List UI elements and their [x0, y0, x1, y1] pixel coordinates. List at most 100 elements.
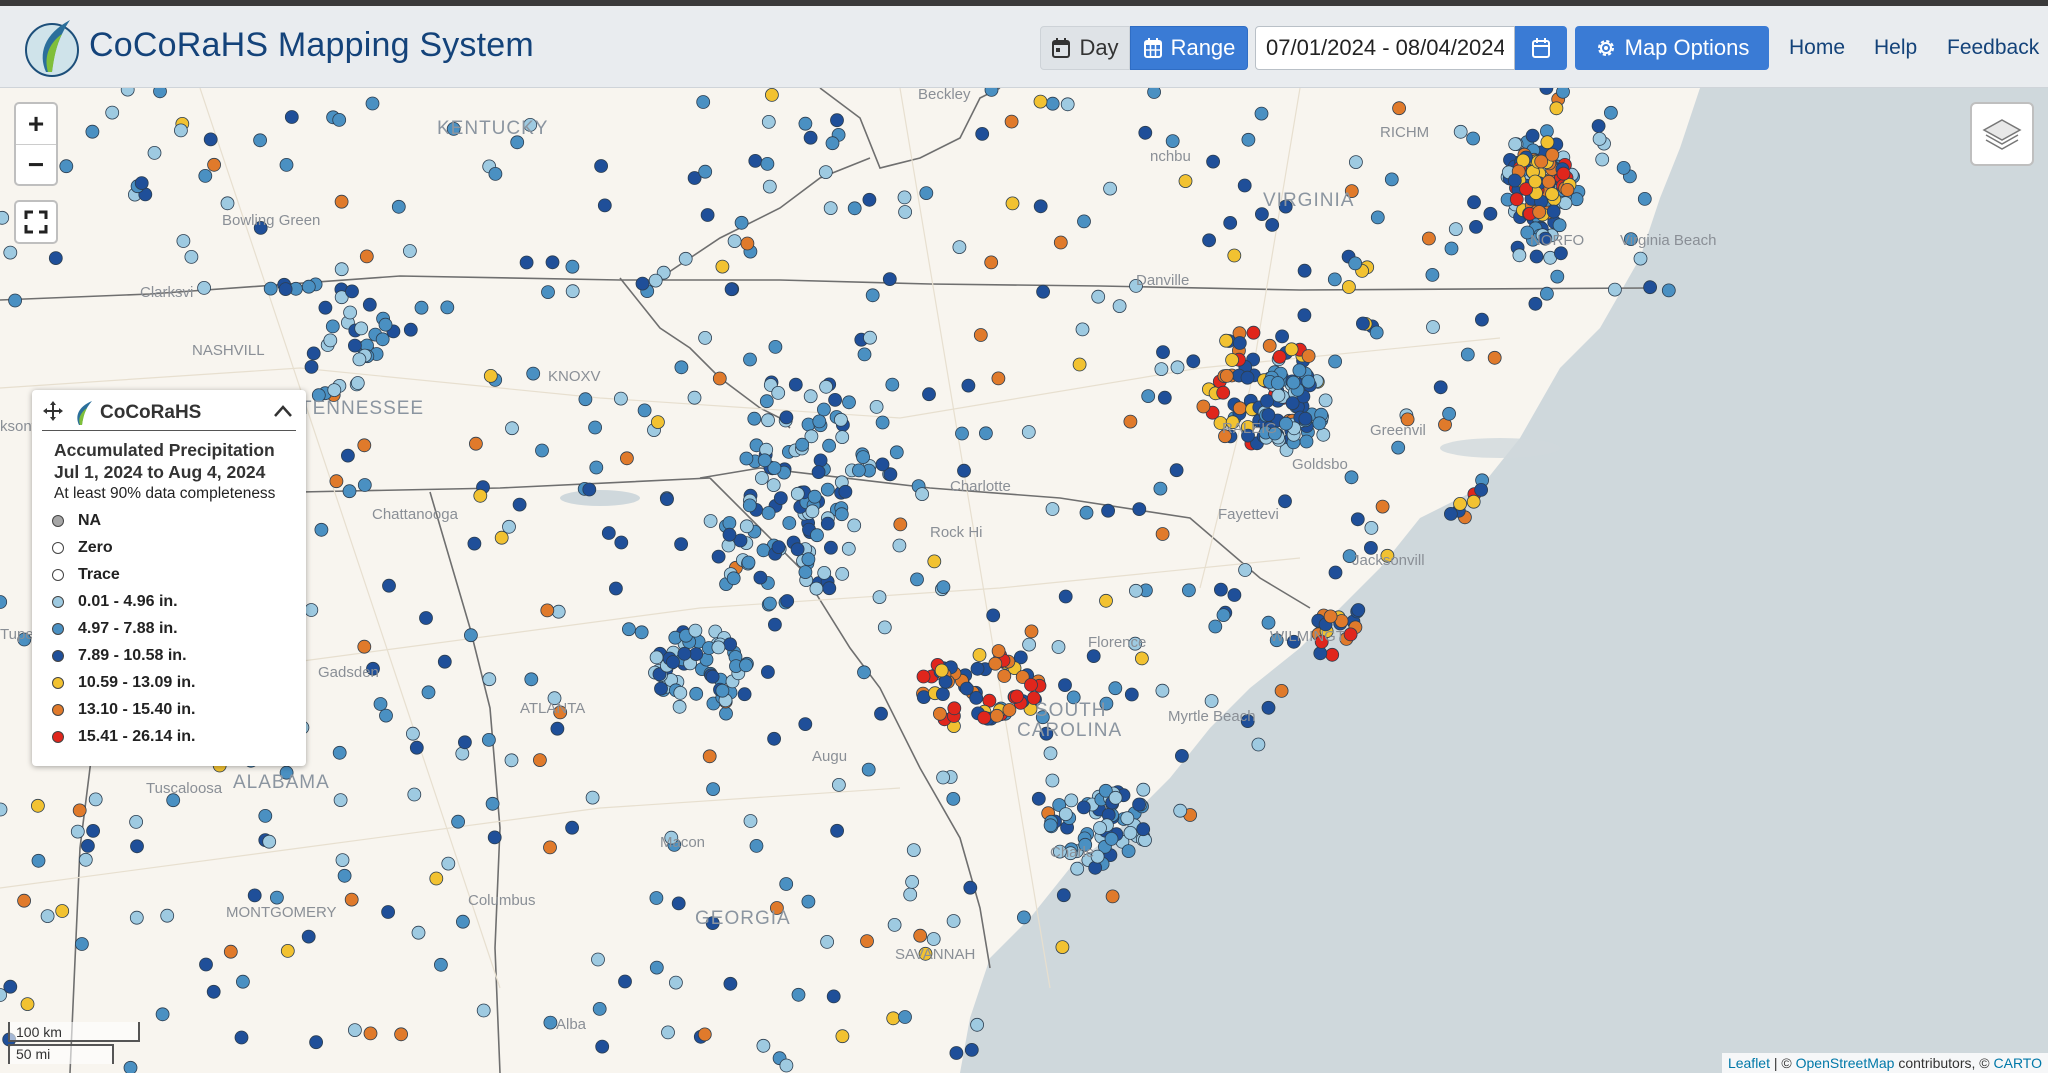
- station-marker[interactable]: [1223, 215, 1238, 230]
- station-marker[interactable]: [130, 839, 144, 854]
- station-marker[interactable]: [913, 928, 928, 943]
- station-marker[interactable]: [934, 663, 949, 678]
- station-marker[interactable]: [812, 414, 827, 429]
- station-marker[interactable]: [335, 853, 350, 867]
- station-marker[interactable]: [820, 516, 835, 531]
- day-button[interactable]: Day: [1040, 26, 1130, 70]
- station-marker[interactable]: [1292, 363, 1307, 378]
- station-marker[interactable]: [674, 360, 689, 375]
- station-marker[interactable]: [160, 908, 175, 923]
- station-marker[interactable]: [1022, 637, 1036, 652]
- station-marker[interactable]: [984, 255, 999, 270]
- station-marker[interactable]: [594, 159, 608, 173]
- station-marker[interactable]: [970, 661, 985, 676]
- station-marker[interactable]: [1265, 217, 1280, 232]
- station-marker[interactable]: [565, 820, 579, 835]
- station-marker[interactable]: [756, 1038, 771, 1053]
- station-marker[interactable]: [885, 377, 900, 392]
- station-marker[interactable]: [247, 888, 262, 903]
- station-marker[interactable]: [120, 88, 135, 97]
- station-marker[interactable]: [455, 914, 470, 929]
- station-marker[interactable]: [494, 530, 509, 545]
- station-marker[interactable]: [822, 438, 836, 453]
- station-marker[interactable]: [359, 249, 374, 264]
- station-marker[interactable]: [203, 132, 218, 147]
- station-marker[interactable]: [1058, 678, 1072, 692]
- station-marker[interactable]: [741, 555, 756, 570]
- station-marker[interactable]: [403, 322, 418, 337]
- station-marker[interactable]: [198, 169, 213, 183]
- station-marker[interactable]: [1604, 105, 1618, 120]
- station-marker[interactable]: [206, 984, 221, 999]
- station-marker[interactable]: [742, 498, 757, 513]
- station-marker[interactable]: [468, 436, 483, 451]
- station-marker[interactable]: [1232, 336, 1247, 350]
- station-marker[interactable]: [1010, 689, 1024, 704]
- station-marker[interactable]: [609, 581, 623, 596]
- station-marker[interactable]: [373, 697, 388, 711]
- station-marker[interactable]: [1301, 374, 1316, 389]
- station-marker[interactable]: [1178, 174, 1193, 188]
- station-marker[interactable]: [798, 565, 813, 580]
- station-marker[interactable]: [614, 535, 629, 550]
- station-marker[interactable]: [304, 603, 319, 617]
- station-marker[interactable]: [342, 484, 357, 499]
- station-marker[interactable]: [419, 611, 433, 625]
- station-marker[interactable]: [365, 96, 380, 111]
- station-marker[interactable]: [857, 665, 871, 680]
- station-marker[interactable]: [841, 541, 856, 556]
- station-marker[interactable]: [635, 276, 650, 291]
- station-marker[interactable]: [1031, 791, 1046, 806]
- station-marker[interactable]: [712, 371, 727, 386]
- station-marker[interactable]: [1108, 790, 1123, 805]
- station-marker[interactable]: [1058, 589, 1073, 604]
- station-marker[interactable]: [457, 735, 472, 750]
- station-marker[interactable]: [597, 198, 612, 213]
- station-marker[interactable]: [830, 823, 844, 838]
- station-marker[interactable]: [1240, 370, 1255, 385]
- station-marker[interactable]: [805, 504, 820, 519]
- station-marker[interactable]: [649, 960, 664, 975]
- station-marker[interactable]: [1448, 222, 1463, 237]
- station-marker[interactable]: [723, 976, 738, 991]
- station-marker[interactable]: [807, 489, 822, 504]
- station-marker[interactable]: [818, 165, 833, 179]
- station-marker[interactable]: [1546, 204, 1561, 219]
- station-marker[interactable]: [487, 830, 502, 845]
- station-marker[interactable]: [696, 95, 711, 109]
- station-marker[interactable]: [1539, 88, 1554, 95]
- station-marker[interactable]: [1442, 406, 1456, 421]
- station-marker[interactable]: [1132, 502, 1147, 517]
- station-marker[interactable]: [0, 802, 8, 817]
- station-marker[interactable]: [702, 749, 717, 764]
- station-marker[interactable]: [301, 279, 316, 294]
- station-marker[interactable]: [86, 824, 100, 838]
- station-marker[interactable]: [1349, 155, 1363, 169]
- station-marker[interactable]: [0, 595, 8, 609]
- station-marker[interactable]: [437, 654, 452, 669]
- station-marker[interactable]: [1460, 347, 1475, 362]
- station-marker[interactable]: [284, 110, 299, 124]
- station-marker[interactable]: [1271, 388, 1286, 403]
- station-marker[interactable]: [698, 330, 712, 345]
- station-marker[interactable]: [1556, 166, 1571, 181]
- station-marker[interactable]: [1105, 889, 1120, 904]
- station-marker[interactable]: [1186, 354, 1201, 369]
- station-marker[interactable]: [1643, 280, 1657, 295]
- station-marker[interactable]: [700, 208, 715, 222]
- station-marker[interactable]: [1312, 416, 1327, 431]
- station-marker[interactable]: [1238, 563, 1252, 577]
- station-marker[interactable]: [678, 251, 693, 266]
- station-marker[interactable]: [1483, 206, 1498, 221]
- station-marker[interactable]: [1088, 860, 1103, 875]
- station-marker[interactable]: [1103, 181, 1117, 196]
- station-marker[interactable]: [737, 687, 752, 702]
- station-marker[interactable]: [350, 376, 365, 390]
- station-marker[interactable]: [761, 115, 776, 129]
- station-marker[interactable]: [689, 686, 704, 701]
- station-marker[interactable]: [1045, 773, 1060, 788]
- station-marker[interactable]: [347, 338, 362, 353]
- station-marker[interactable]: [1219, 368, 1234, 383]
- station-marker[interactable]: [543, 1015, 558, 1030]
- station-marker[interactable]: [749, 839, 764, 853]
